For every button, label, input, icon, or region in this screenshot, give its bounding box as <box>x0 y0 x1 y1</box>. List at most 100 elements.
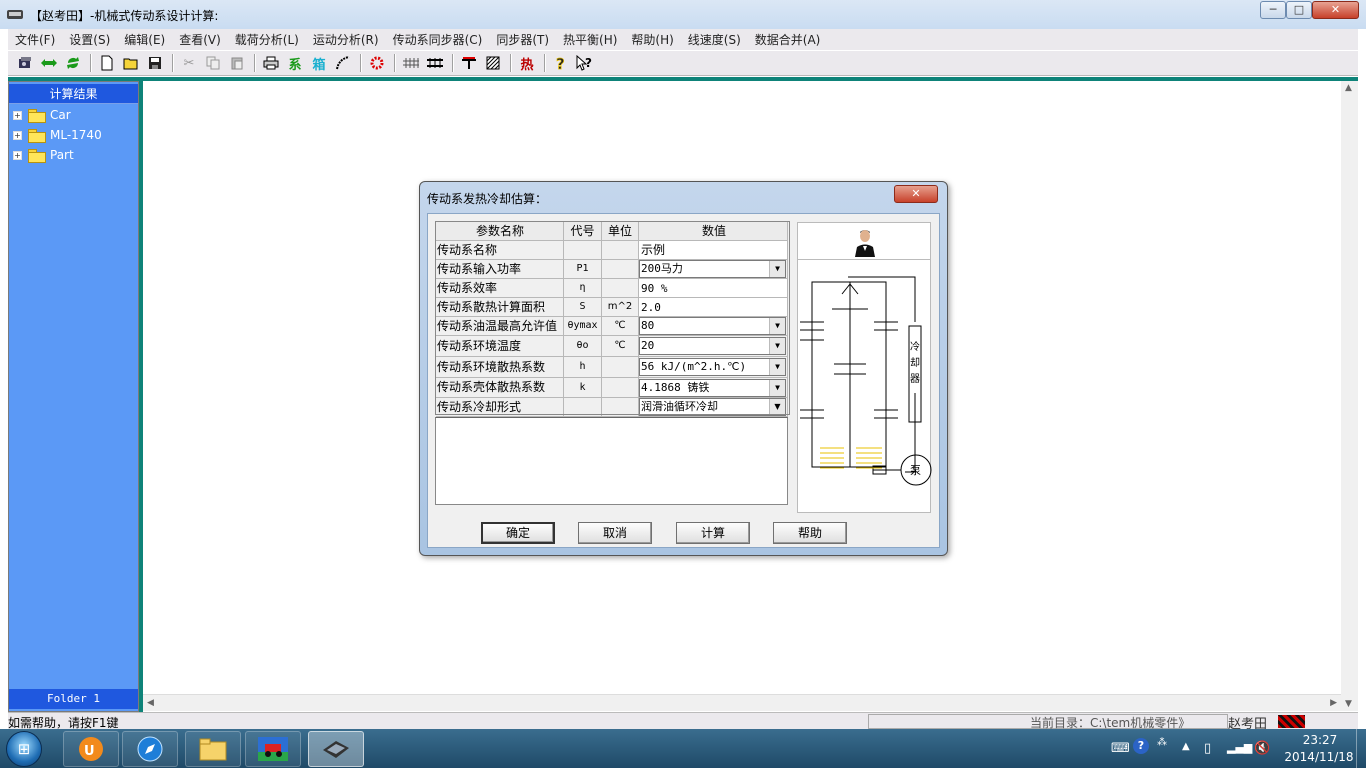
pump-label: 泵 <box>910 464 921 477</box>
scroll-down-icon[interactable]: ▼ <box>1345 699 1352 709</box>
clock-date[interactable]: 2014/11/18 <box>1282 750 1356 764</box>
hatch-icon[interactable] <box>482 53 504 73</box>
open-folder-icon[interactable] <box>120 53 142 73</box>
cooling-type-combo[interactable]: 润滑油循环冷却 ▼ <box>639 398 786 416</box>
ambient-coefficient-combo[interactable]: 56 kJ/(m^2.h.℃) ▼ <box>639 358 786 376</box>
taskbar-explorer[interactable] <box>185 731 241 767</box>
taskbar-uc-browser[interactable]: U <box>63 731 119 767</box>
column-header-name: 参数名称 <box>436 222 564 241</box>
grid-double-icon[interactable] <box>424 53 446 73</box>
tree-item-part[interactable]: + Part <box>13 146 74 164</box>
close-button[interactable]: ✕ <box>1312 1 1359 19</box>
chevron-down-icon[interactable]: ▼ <box>769 359 785 375</box>
start-button[interactable]: ⊞ <box>6 731 42 767</box>
expand-icon[interactable]: + <box>13 150 22 160</box>
grid-row: 传动系输入功率 P1 200马力 ▼ <box>436 260 788 279</box>
volume-muted-icon[interactable]: 🔇 <box>1254 741 1270 756</box>
menu-load-analysis[interactable]: 载荷分析(L) <box>228 31 306 48</box>
column-header-code: 代号 <box>564 222 602 241</box>
keyboard-icon[interactable]: ⌨ <box>1111 741 1130 756</box>
grid-row: 传动系名称 示例 <box>436 241 788 260</box>
print-icon[interactable] <box>260 53 282 73</box>
ambient-temp-combo[interactable]: 20 ▼ <box>639 337 786 355</box>
refresh-icon[interactable] <box>62 53 84 73</box>
menu-line-speed[interactable]: 线速度(S) <box>681 31 748 48</box>
menu-synchronizer[interactable]: 同步器(T) <box>489 31 556 48</box>
max-oil-temp-combo[interactable]: 80 ▼ <box>639 317 786 335</box>
settings-tray-icon[interactable]: ⁂ <box>1157 737 1167 748</box>
param-value-input[interactable]: 90 % <box>639 279 788 298</box>
device-icon[interactable]: ▯ <box>1204 741 1211 756</box>
network-icon[interactable]: ▂▄▆ <box>1227 741 1252 754</box>
copy-icon[interactable] <box>202 53 224 73</box>
chevron-down-icon[interactable]: ▼ <box>769 338 785 354</box>
gear-icon[interactable] <box>366 53 388 73</box>
system-icon[interactable]: 系 <box>284 53 306 73</box>
chevron-down-icon[interactable]: ▼ <box>769 380 785 396</box>
swap-icon[interactable] <box>38 53 60 73</box>
result-text-area[interactable] <box>435 417 788 505</box>
menu-help[interactable]: 帮助(H) <box>624 31 680 48</box>
cancel-button[interactable]: 取消 <box>578 522 652 544</box>
help-button[interactable]: 帮助 <box>773 522 847 544</box>
horizontal-scrollbar[interactable]: ◀ ▶ <box>143 694 1341 711</box>
param-unit: ℃ <box>602 336 639 357</box>
param-name: 传动系冷却形式 <box>436 398 564 417</box>
scroll-left-icon[interactable]: ◀ <box>147 698 154 708</box>
help-tray-icon[interactable]: ? <box>1133 738 1149 754</box>
menu-edit[interactable]: 编辑(E) <box>117 31 172 48</box>
scroll-right-icon[interactable]: ▶ <box>1330 698 1337 708</box>
housing-coefficient-combo[interactable]: 4.1868 铸铁 ▼ <box>639 379 786 397</box>
context-help-icon[interactable]: ? <box>574 53 596 73</box>
menu-data-merge[interactable]: 数据合并(A) <box>748 31 828 48</box>
taskbar-browser[interactable] <box>122 731 178 767</box>
show-hidden-icons[interactable]: ▲ <box>1182 741 1190 752</box>
save-icon[interactable] <box>144 53 166 73</box>
toolbar-separator <box>254 54 256 72</box>
menu-motion-analysis[interactable]: 运动分析(R) <box>306 31 386 48</box>
help-icon[interactable]: ? <box>550 53 572 73</box>
menu-view[interactable]: 查看(V) <box>172 31 228 48</box>
maximize-button[interactable]: □ <box>1286 1 1312 19</box>
show-desktop-button[interactable] <box>1356 729 1366 768</box>
taskbar-game[interactable] <box>245 731 301 767</box>
box-icon[interactable]: 箱 <box>308 53 330 73</box>
input-power-combo[interactable]: 200马力 ▼ <box>639 260 786 278</box>
param-code: θo <box>564 336 602 357</box>
clock-time[interactable]: 23:27 <box>1290 733 1350 747</box>
column-header-unit: 单位 <box>602 222 639 241</box>
menu-heat-balance[interactable]: 热平衡(H) <box>556 31 624 48</box>
tree-item-ml-1740[interactable]: + ML-1740 <box>13 126 102 144</box>
taskbar-gearbox-app[interactable] <box>308 731 364 767</box>
param-value-input[interactable]: 示例 <box>639 241 788 260</box>
panel-splitter[interactable] <box>139 81 143 712</box>
grid-header-row: 参数名称 代号 单位 数值 <box>436 222 788 241</box>
tree-item-car[interactable]: + Car <box>13 106 71 124</box>
chevron-down-icon[interactable]: ▼ <box>769 318 785 334</box>
menu-settings[interactable]: 设置(S) <box>62 31 117 48</box>
dialog-close-button[interactable]: ✕ <box>894 185 938 203</box>
chevron-down-icon[interactable]: ▼ <box>769 399 785 415</box>
param-name: 传动系效率 <box>436 279 564 298</box>
menu-file[interactable]: 文件(F) <box>8 31 62 48</box>
heat-icon[interactable]: 热 <box>516 53 538 73</box>
expand-icon[interactable]: + <box>13 130 22 140</box>
paste-icon[interactable] <box>226 53 248 73</box>
db-icon[interactable] <box>14 53 36 73</box>
axis-icon[interactable] <box>458 53 480 73</box>
param-value-input[interactable]: 2.0 <box>639 298 788 317</box>
curve-icon[interactable] <box>332 53 354 73</box>
cut-icon[interactable]: ✂ <box>178 53 200 73</box>
ok-button[interactable]: 确定 <box>481 522 555 544</box>
menu-drivetrain-synchronizer[interactable]: 传动系同步器(C) <box>386 31 490 48</box>
scroll-up-icon[interactable]: ▲ <box>1345 83 1352 93</box>
gearbox-app-icon <box>323 741 349 758</box>
new-file-icon[interactable] <box>96 53 118 73</box>
grid-icon[interactable] <box>400 53 422 73</box>
vertical-scrollbar[interactable]: ▲ ▼ <box>1341 81 1358 711</box>
expand-icon[interactable]: + <box>13 110 22 120</box>
minimize-button[interactable]: ─ <box>1260 1 1286 19</box>
chevron-down-icon[interactable]: ▼ <box>769 261 785 277</box>
folder-tab[interactable]: Folder 1 <box>9 689 138 709</box>
calculate-button[interactable]: 计算 <box>676 522 750 544</box>
